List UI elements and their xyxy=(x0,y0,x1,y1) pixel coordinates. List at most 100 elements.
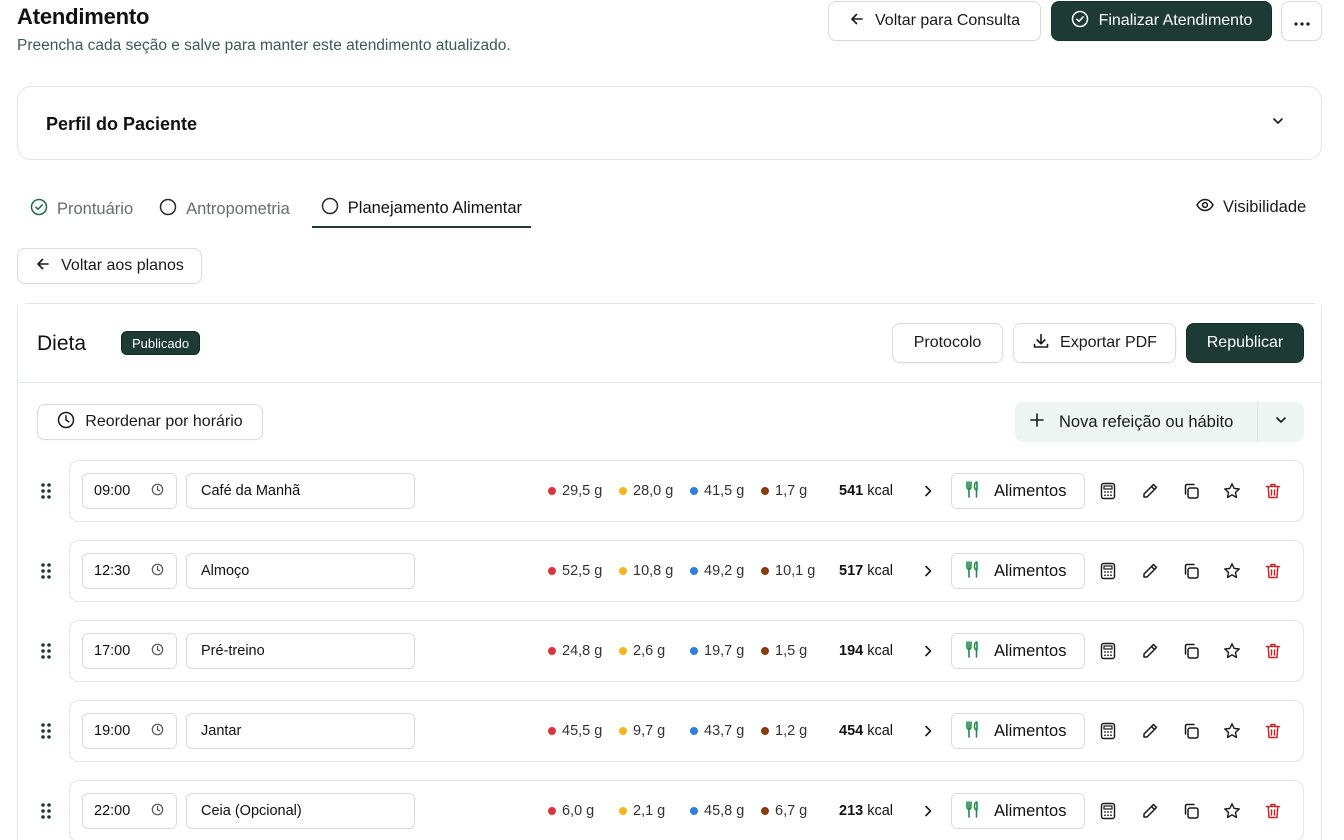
carb-value: 10,8 g xyxy=(633,563,674,579)
calculator-icon[interactable] xyxy=(1100,562,1116,585)
pencil-icon[interactable] xyxy=(1141,482,1159,505)
trash-icon[interactable] xyxy=(1264,802,1282,825)
meal-card: 19:00 Jantar 45,5 g 9,7 g 43,7 g 1,2 g 4… xyxy=(69,700,1304,762)
meal-time-value: 09:00 xyxy=(94,483,131,499)
meal-row: 09:00 Café da Manhã 29,5 g 28,0 g 41,5 g… xyxy=(18,460,1321,522)
meal-time-input[interactable]: 22:00 xyxy=(82,793,177,829)
meal-time-input[interactable]: 09:00 xyxy=(82,473,177,509)
reorder-by-time-button[interactable]: Reordenar por horário xyxy=(37,404,263,440)
drag-handle-icon[interactable] xyxy=(40,562,52,585)
finish-attendance-button[interactable]: Finalizar Atendimento xyxy=(1051,1,1272,41)
copy-icon[interactable] xyxy=(1182,722,1200,745)
protein-dot xyxy=(548,647,556,655)
foods-label: Alimentos xyxy=(994,721,1067,740)
meal-name-input[interactable]: Almoço xyxy=(186,553,415,589)
chevron-right-icon[interactable] xyxy=(922,644,934,663)
more-options-button[interactable] xyxy=(1281,1,1322,41)
drag-handle-icon[interactable] xyxy=(40,642,52,665)
back-to-consultation-label: Voltar para Consulta xyxy=(875,12,1020,29)
foods-button[interactable]: Alimentos xyxy=(951,633,1085,669)
copy-icon[interactable] xyxy=(1182,802,1200,825)
new-meal-button[interactable]: Nova refeição ou hábito xyxy=(1015,402,1257,442)
tab-antropometria[interactable]: Antropometria xyxy=(155,190,298,228)
trash-icon[interactable] xyxy=(1264,722,1282,745)
star-icon[interactable] xyxy=(1223,482,1241,505)
pencil-icon[interactable] xyxy=(1141,562,1159,585)
visibility-toggle[interactable]: Visibilidade xyxy=(1196,198,1306,217)
copy-icon[interactable] xyxy=(1182,562,1200,585)
trash-icon[interactable] xyxy=(1264,482,1282,505)
drag-handle-icon[interactable] xyxy=(40,482,52,505)
star-icon[interactable] xyxy=(1223,642,1241,665)
carb-macro: 28,0 g xyxy=(619,483,673,499)
carb-macro: 2,1 g xyxy=(619,803,665,819)
fiber-value: 1,5 g xyxy=(775,643,808,659)
foods-label: Alimentos xyxy=(994,561,1067,580)
meal-time-input[interactable]: 17:00 xyxy=(82,633,177,669)
fiber-macro: 1,2 g xyxy=(761,723,807,739)
fat-dot xyxy=(690,647,698,655)
meal-name-input[interactable]: Ceia (Opcional) xyxy=(186,793,415,829)
patient-profile-accordion[interactable]: Perfil do Paciente xyxy=(17,86,1322,160)
pencil-icon[interactable] xyxy=(1141,642,1159,665)
star-icon[interactable] xyxy=(1223,802,1241,825)
protocol-button[interactable]: Protocolo xyxy=(892,323,1003,363)
back-to-plans-button[interactable]: Voltar aos planos xyxy=(17,248,202,284)
chevron-right-icon[interactable] xyxy=(922,724,934,743)
fiber-value: 1,2 g xyxy=(775,723,808,739)
tab-prontuario[interactable]: Prontuário xyxy=(26,190,141,228)
chevron-right-icon[interactable] xyxy=(922,804,934,823)
fat-macro: 43,7 g xyxy=(690,723,744,739)
meal-row: 17:00 Pré-treino 24,8 g 2,6 g 19,7 g 1,5… xyxy=(18,620,1321,682)
new-meal-dropdown-button[interactable] xyxy=(1258,402,1304,442)
drag-handle-icon[interactable] xyxy=(40,722,52,745)
fat-macro: 45,8 g xyxy=(690,803,744,819)
pencil-icon[interactable] xyxy=(1141,802,1159,825)
diet-title: Dieta xyxy=(37,332,87,355)
calculator-icon[interactable] xyxy=(1100,482,1116,505)
meal-kcal: 541 kcal xyxy=(839,483,893,499)
copy-icon[interactable] xyxy=(1182,482,1200,505)
calculator-icon[interactable] xyxy=(1100,722,1116,745)
tab-planejamento-alimentar[interactable]: Planejamento Alimentar xyxy=(311,190,532,228)
arrow-left-icon xyxy=(849,11,865,32)
chevron-right-icon[interactable] xyxy=(922,484,934,503)
kcal-value: 194 xyxy=(839,643,864,659)
trash-icon[interactable] xyxy=(1264,562,1282,585)
kcal-unit: kcal xyxy=(867,643,894,659)
chevron-down-icon[interactable] xyxy=(1271,114,1285,133)
protein-dot xyxy=(548,567,556,575)
trash-icon[interactable] xyxy=(1264,642,1282,665)
copy-icon[interactable] xyxy=(1182,642,1200,665)
calculator-icon[interactable] xyxy=(1100,642,1116,665)
fat-value: 49,2 g xyxy=(704,563,745,579)
star-icon[interactable] xyxy=(1223,722,1241,745)
star-icon[interactable] xyxy=(1223,562,1241,585)
meal-kcal: 194 kcal xyxy=(839,643,893,659)
meal-row: 22:00 Ceia (Opcional) 6,0 g 2,1 g 45,8 g… xyxy=(18,780,1321,840)
republish-button[interactable]: Republicar xyxy=(1186,323,1304,363)
carb-macro: 2,6 g xyxy=(619,643,665,659)
new-meal-label: Nova refeição ou hábito xyxy=(1059,412,1234,431)
export-pdf-button[interactable]: Exportar PDF xyxy=(1013,323,1176,363)
more-horizontal-icon xyxy=(1293,14,1310,29)
plus-icon xyxy=(1029,412,1045,433)
meal-name-input[interactable]: Jantar xyxy=(186,713,415,749)
pencil-icon[interactable] xyxy=(1141,722,1159,745)
fat-macro: 49,2 g xyxy=(690,563,744,579)
meal-time-input[interactable]: 19:00 xyxy=(82,713,177,749)
meal-name-input[interactable]: Café da Manhã xyxy=(186,473,415,509)
foods-button[interactable]: Alimentos xyxy=(951,473,1085,509)
foods-button[interactable]: Alimentos xyxy=(951,793,1085,829)
foods-button[interactable]: Alimentos xyxy=(951,553,1085,589)
section-divider xyxy=(25,303,1315,304)
drag-handle-icon[interactable] xyxy=(40,802,52,825)
meal-name-input[interactable]: Pré-treino xyxy=(186,633,415,669)
chevron-right-icon[interactable] xyxy=(922,564,934,583)
calculator-icon[interactable] xyxy=(1100,802,1116,825)
circle-icon xyxy=(159,198,177,221)
meal-time-input[interactable]: 12:30 xyxy=(82,553,177,589)
foods-label: Alimentos xyxy=(994,641,1067,660)
foods-button[interactable]: Alimentos xyxy=(951,713,1085,749)
back-to-consultation-button[interactable]: Voltar para Consulta xyxy=(828,1,1041,41)
